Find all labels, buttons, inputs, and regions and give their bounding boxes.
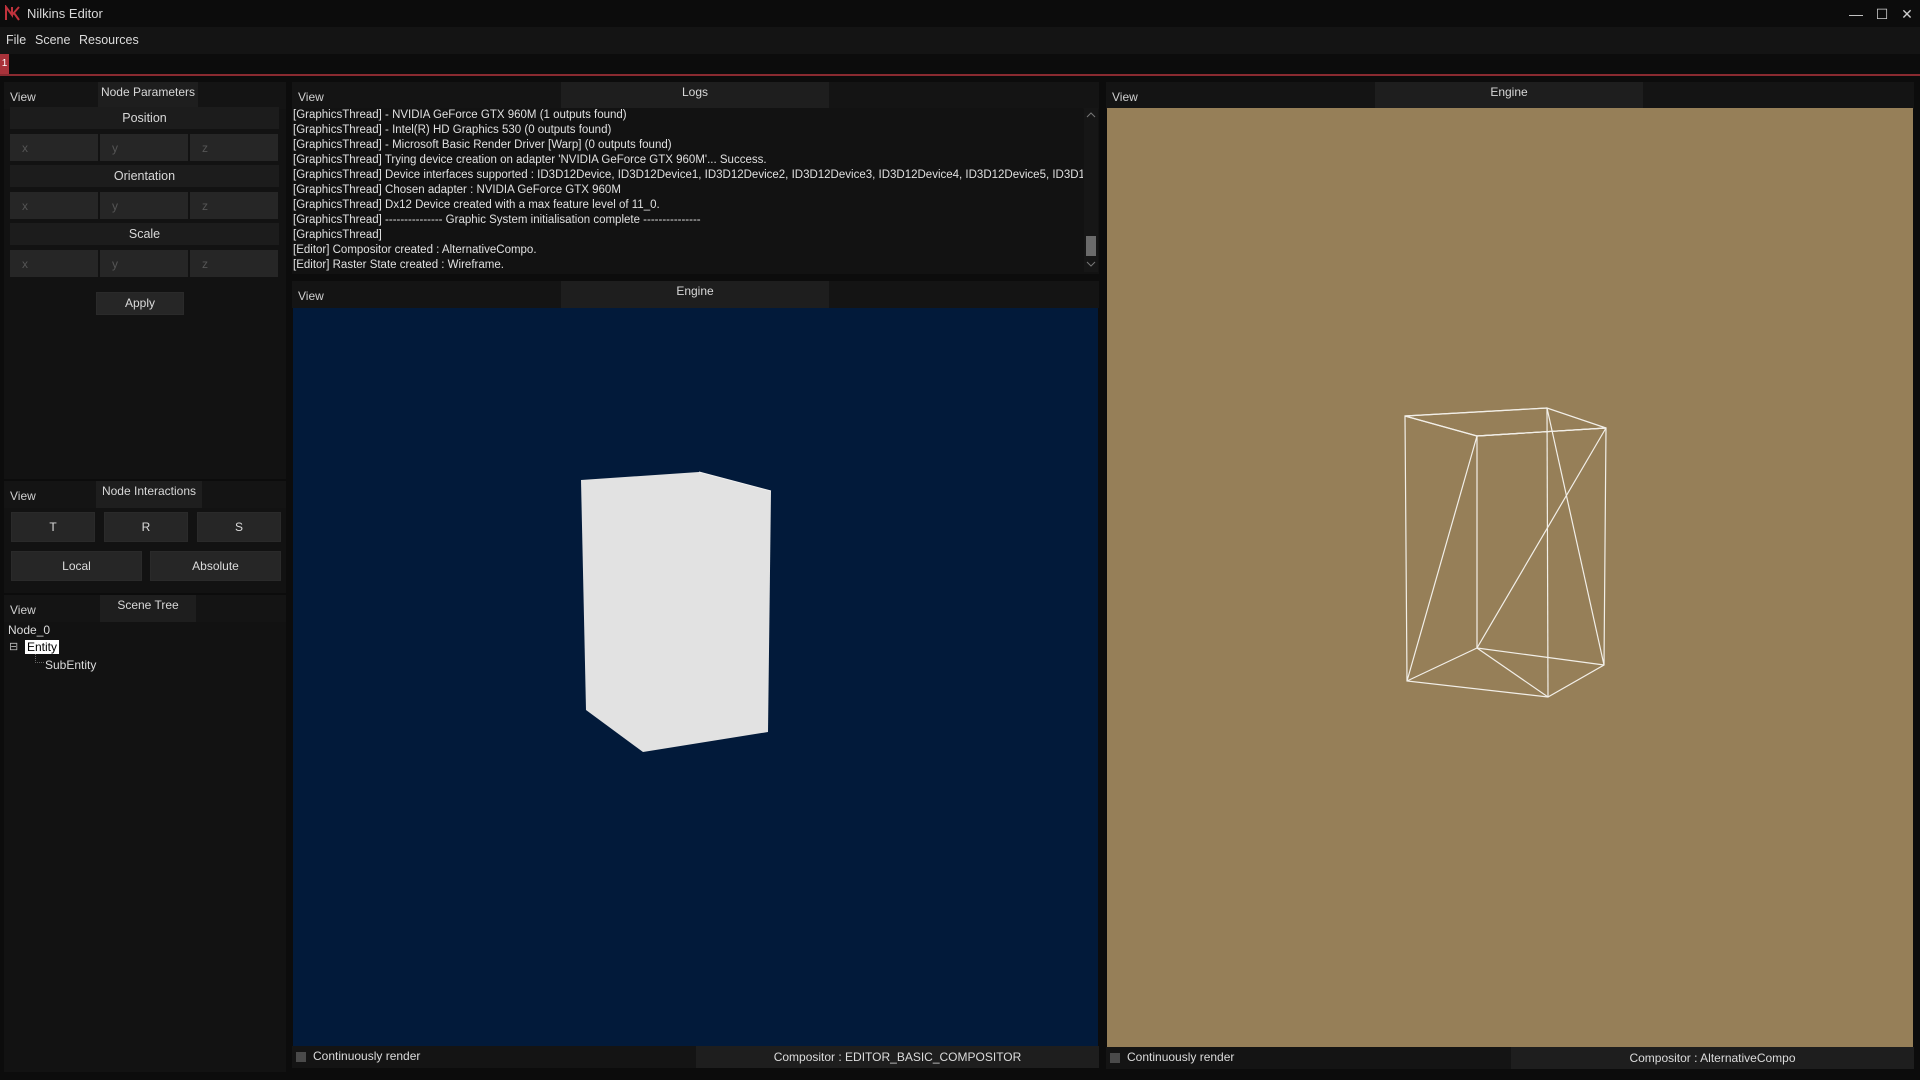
- orientation-z-input[interactable]: [190, 192, 278, 219]
- scene-tree-panel: View Scene Tree Node_0 ⊟ Entity SubEntit…: [4, 595, 286, 1072]
- tree-node-subentity[interactable]: SubEntity: [45, 658, 96, 672]
- tab-logs[interactable]: Logs: [561, 82, 829, 109]
- document-tab-strip: 1: [0, 54, 1920, 76]
- scale-label: Scale: [10, 223, 279, 245]
- title-bar: Nilkins Editor — ☐ ✕: [0, 0, 1920, 27]
- panel-header: View Logs: [292, 82, 1099, 109]
- log-line: [GraphicsThread] Trying device creation …: [293, 154, 767, 166]
- position-label: Position: [10, 107, 279, 129]
- log-output: [GraphicsThread] - NVIDIA GeForce GTX 96…: [293, 108, 1083, 272]
- tree-root-node[interactable]: Node_0: [8, 623, 50, 637]
- log-scrollbar[interactable]: [1084, 108, 1098, 272]
- engine-view-2-footer: Continuously render Compositor : Alterna…: [1106, 1047, 1914, 1069]
- view-menu[interactable]: View: [10, 90, 36, 104]
- orientation-x-input[interactable]: [10, 192, 98, 219]
- position-z-input[interactable]: [190, 134, 278, 161]
- menu-resources[interactable]: Resources: [79, 33, 139, 47]
- node-interactions-panel: View Node Interactions T R S Local Absol…: [4, 481, 286, 593]
- log-line: [GraphicsThread] - Intel(R) HD Graphics …: [293, 124, 612, 136]
- apply-button[interactable]: Apply: [96, 292, 184, 315]
- engine-viewport-alternative[interactable]: [1107, 108, 1913, 1047]
- view-menu[interactable]: View: [298, 289, 324, 303]
- view-menu[interactable]: View: [1112, 90, 1138, 104]
- scrollbar-thumb[interactable]: [1086, 236, 1096, 256]
- wireframe-cube-render: [1404, 407, 1607, 698]
- panel-header: View Node Parameters: [4, 82, 286, 109]
- scroll-up-icon[interactable]: [1086, 111, 1096, 119]
- tree-node-entity[interactable]: Entity: [25, 640, 60, 654]
- view-menu[interactable]: View: [298, 90, 324, 104]
- menu-bar: File Scene Resources: [0, 27, 1920, 54]
- tab-engine[interactable]: Engine: [1375, 82, 1643, 109]
- local-button[interactable]: Local: [11, 551, 142, 581]
- rotate-button[interactable]: R: [104, 512, 188, 542]
- tab-node-interactions[interactable]: Node Interactions: [96, 481, 202, 508]
- log-line: [GraphicsThread] Device interfaces suppo…: [293, 169, 1083, 181]
- scale-y-input[interactable]: [100, 250, 188, 277]
- log-line: [GraphicsThread] - Microsoft Basic Rende…: [293, 139, 672, 151]
- engine-view-1-header: View Engine: [292, 281, 1099, 308]
- view-menu[interactable]: View: [10, 489, 36, 503]
- panel-header: View Engine: [1106, 82, 1914, 109]
- continuous-render-checkbox[interactable]: [296, 1052, 306, 1062]
- log-line: [GraphicsThread] --------------- Graphic…: [293, 214, 701, 226]
- continuous-render-checkbox[interactable]: [1110, 1053, 1120, 1063]
- panel-header: View Engine: [292, 281, 1099, 308]
- log-line: [Editor] Raster State created : Wirefram…: [293, 259, 504, 271]
- absolute-button[interactable]: Absolute: [150, 551, 281, 581]
- position-x-input[interactable]: [10, 134, 98, 161]
- scale-button[interactable]: S: [197, 512, 281, 542]
- translate-button[interactable]: T: [11, 512, 95, 542]
- log-line: [GraphicsThread] Dx12 Device created wit…: [293, 199, 660, 211]
- app-logo-icon: [5, 5, 20, 21]
- log-line: [GraphicsThread] - NVIDIA GeForce GTX 96…: [293, 109, 627, 121]
- continuous-render-label: Continuously render: [1127, 1050, 1235, 1064]
- tree-connector: [35, 654, 44, 663]
- scale-z-input[interactable]: [190, 250, 278, 277]
- node-parameters-panel: View Node Parameters Position Orientatio…: [4, 82, 286, 479]
- document-tab[interactable]: 1: [0, 54, 9, 74]
- app-title: Nilkins Editor: [27, 6, 103, 21]
- compositor-selector[interactable]: Compositor : EDITOR_BASIC_COMPOSITOR: [696, 1046, 1099, 1068]
- log-line: [Editor] Compositor created : Alternativ…: [293, 244, 537, 256]
- close-button[interactable]: ✕: [1893, 3, 1920, 25]
- scroll-down-icon[interactable]: [1086, 260, 1096, 268]
- position-y-input[interactable]: [100, 134, 188, 161]
- minimize-button[interactable]: —: [1842, 3, 1870, 25]
- panel-header: View Node Interactions: [4, 481, 286, 508]
- log-line: [GraphicsThread] Chosen adapter : NVIDIA…: [293, 184, 621, 196]
- collapse-icon[interactable]: ⊟: [9, 640, 18, 653]
- tab-node-parameters[interactable]: Node Parameters: [98, 82, 198, 109]
- panel-header: View Scene Tree: [4, 595, 286, 622]
- menu-file[interactable]: File: [6, 33, 26, 47]
- log-line: [GraphicsThread]: [293, 229, 382, 241]
- engine-view-2-header: View Engine: [1106, 82, 1914, 109]
- scale-x-input[interactable]: [10, 250, 98, 277]
- compositor-selector[interactable]: Compositor : AlternativeCompo: [1511, 1047, 1914, 1069]
- engine-view-1-footer: Continuously render Compositor : EDITOR_…: [292, 1046, 1099, 1068]
- orientation-label: Orientation: [10, 165, 279, 187]
- continuous-render-label: Continuously render: [313, 1049, 421, 1063]
- tab-scene-tree[interactable]: Scene Tree: [100, 595, 196, 622]
- maximize-button[interactable]: ☐: [1868, 3, 1896, 25]
- menu-scene[interactable]: Scene: [35, 33, 70, 47]
- orientation-y-input[interactable]: [100, 192, 188, 219]
- solid-cube-render: [581, 471, 772, 752]
- tab-engine[interactable]: Engine: [561, 281, 829, 308]
- engine-viewport-basic[interactable]: [293, 308, 1098, 1046]
- view-menu[interactable]: View: [10, 603, 36, 617]
